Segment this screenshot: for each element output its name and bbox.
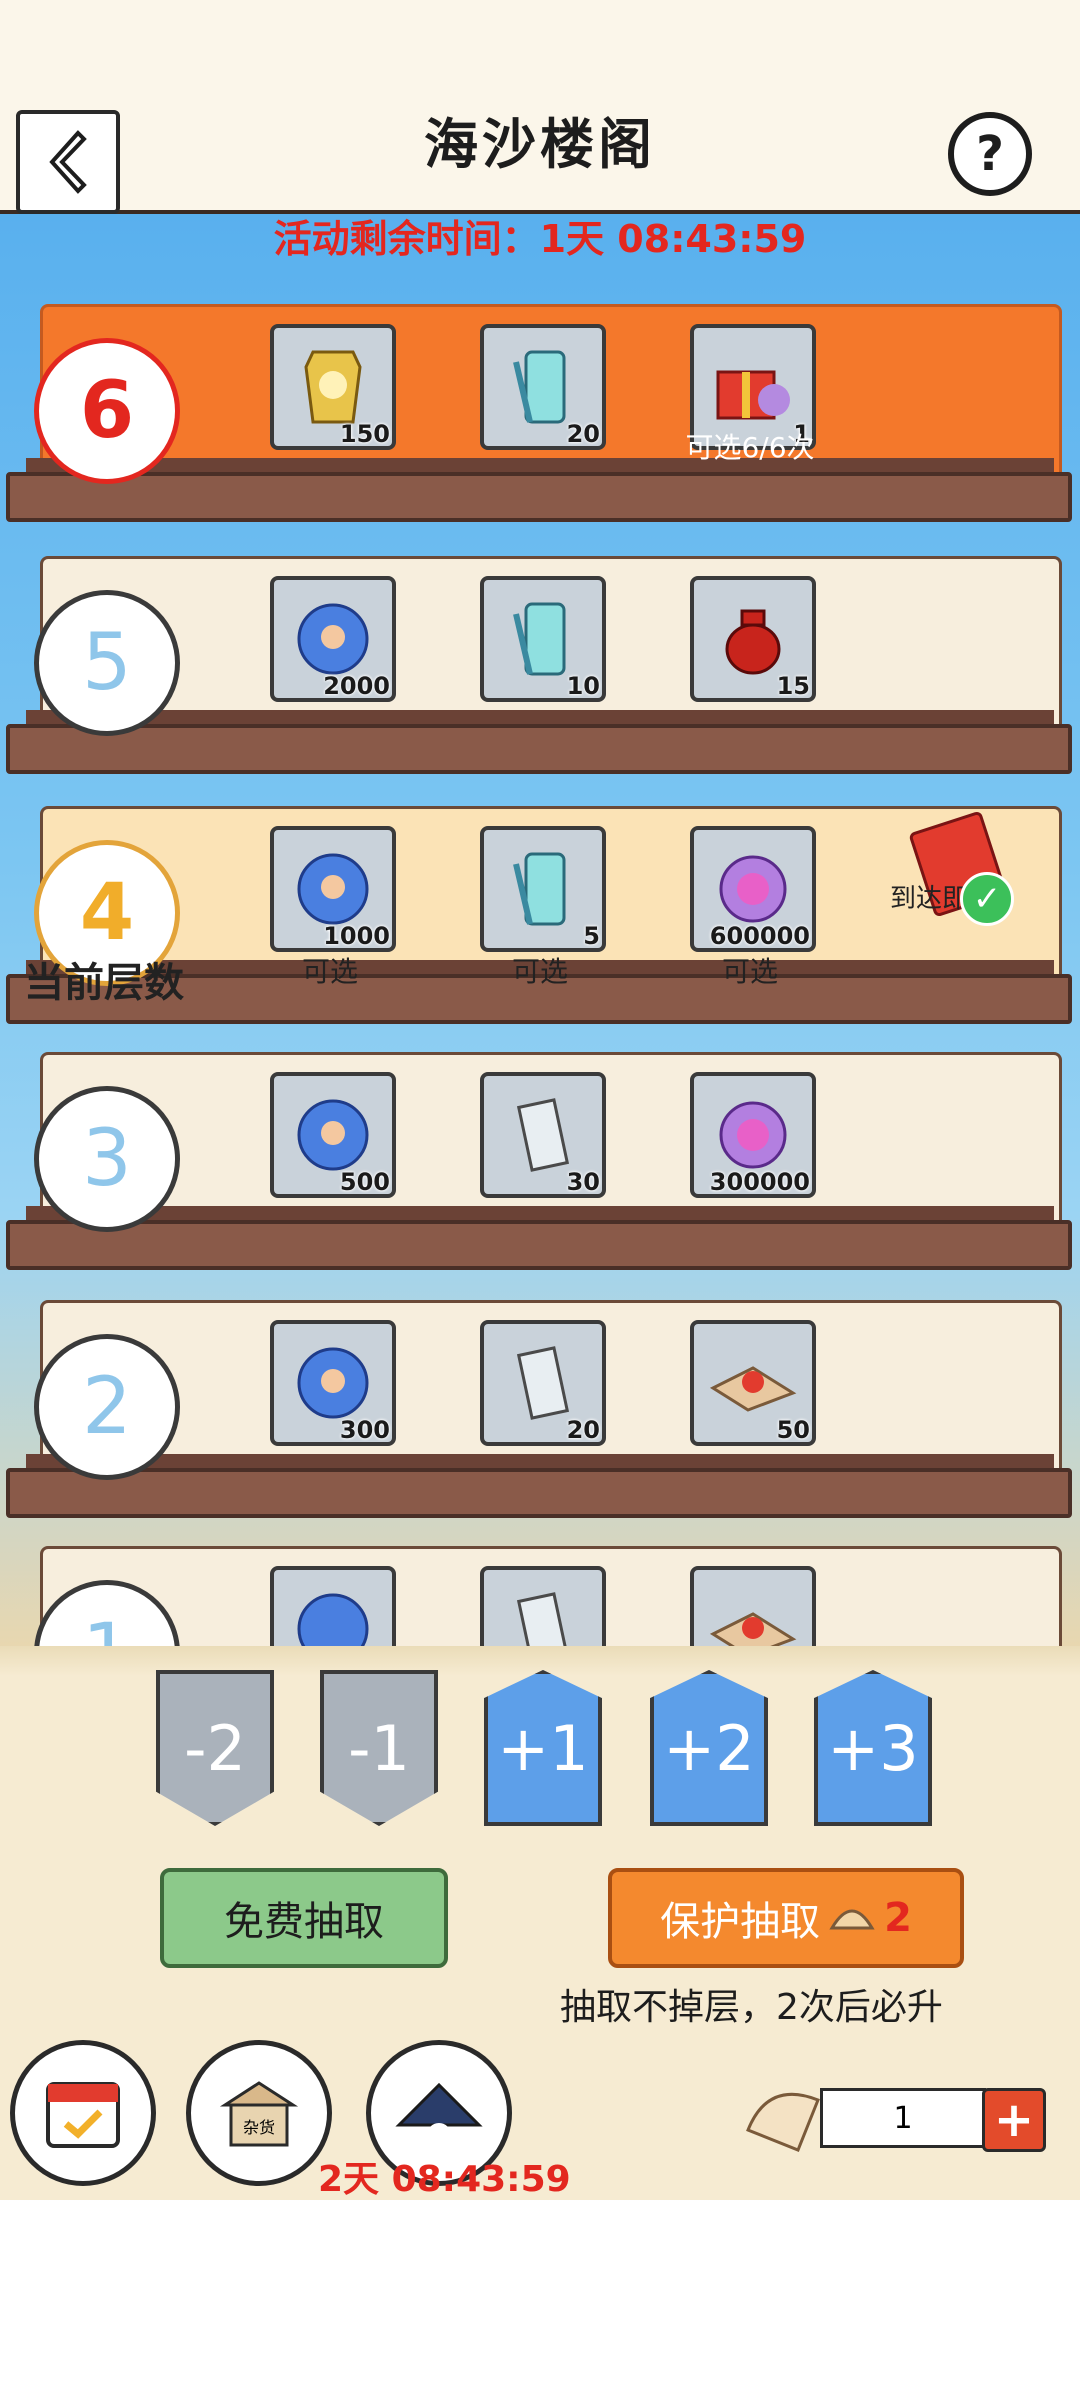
add-shell-button[interactable]: + xyxy=(982,2088,1046,2152)
help-button[interactable]: ? xyxy=(948,112,1032,196)
floor-4-current: 4 当前层数 1000 可选 5 可选 600000 可选 到达即得 ✓ xyxy=(0,800,1080,1050)
reward-selectable-label: 可选 xyxy=(301,955,358,988)
floor-number: 3 xyxy=(34,1086,180,1232)
orb-icon xyxy=(297,1593,369,1646)
reward-slot[interactable]: 1000 xyxy=(270,826,396,952)
protect-draw-note: 抽取不掉层，2次后必升 xyxy=(560,1987,943,2028)
shop-button[interactable]: 杂货 xyxy=(186,2040,332,2186)
gold-medal-icon xyxy=(304,350,362,424)
protect-draw-count: 2 xyxy=(884,1895,912,1941)
reward-slot[interactable]: 5 xyxy=(480,826,606,952)
orb-icon xyxy=(297,603,369,675)
gift-box-icon xyxy=(716,370,790,420)
ticket-icon xyxy=(513,602,566,676)
reward-slot[interactable]: 600000 xyxy=(690,826,816,952)
shell-count-field[interactable]: 1 xyxy=(820,2088,986,2148)
pearl-icon xyxy=(709,1366,797,1412)
floor-number: 6 xyxy=(34,338,180,484)
floor-shelf xyxy=(6,724,1072,774)
reward-slot[interactable] xyxy=(270,1566,396,1646)
reward-slot[interactable] xyxy=(690,1566,816,1646)
check-icon: ✓ xyxy=(960,872,1014,926)
reward-slot[interactable]: 50 xyxy=(690,1320,816,1446)
scroll-icon xyxy=(516,1592,570,1646)
scroll-icon xyxy=(516,1098,570,1172)
reward-slot[interactable]: 15 xyxy=(690,576,816,702)
orb-icon xyxy=(297,1347,369,1419)
gem-orb-icon xyxy=(719,1101,787,1169)
header-bar: 海沙楼阁 ? xyxy=(0,0,1080,214)
calendar-button[interactable] xyxy=(10,2040,156,2186)
reward-slot[interactable]: 20 xyxy=(480,324,606,450)
reward-slot[interactable]: 150 xyxy=(270,324,396,450)
reward-note: 可选6/6次 xyxy=(685,431,815,464)
conch-icon xyxy=(746,2092,820,2152)
orb-icon xyxy=(297,853,369,925)
floor-1: 1 xyxy=(0,1540,1080,1646)
pearl-icon xyxy=(709,1612,797,1646)
floor-2: 2 300 20 50 xyxy=(0,1294,1080,1544)
reward-slot[interactable]: 20 xyxy=(480,1320,606,1446)
reward-selectable-label: 可选 xyxy=(721,955,778,988)
floor-5: 5 2000 10 15 xyxy=(0,550,1080,800)
free-draw-label: 免费抽取 xyxy=(224,1899,384,1945)
floor-3: 3 500 30 300000 xyxy=(0,1046,1080,1296)
page-title: 海沙楼阁 xyxy=(424,113,656,176)
reward-slot[interactable]: 300000 xyxy=(690,1072,816,1198)
money-bag-icon xyxy=(725,609,781,675)
floor-shelf xyxy=(6,1220,1072,1270)
step-plus-2-button[interactable]: +2 xyxy=(650,1670,768,1826)
floor-number: 5 xyxy=(34,590,180,736)
step-plus-3-button[interactable]: +3 xyxy=(814,1670,932,1826)
free-draw-button[interactable]: 免费抽取 xyxy=(160,1868,448,1968)
event-countdown: 2天 08:43:59 xyxy=(318,2159,571,2200)
reward-slot[interactable] xyxy=(480,1566,606,1646)
floor-number: 2 xyxy=(34,1334,180,1480)
reward-slot[interactable]: 30 xyxy=(480,1072,606,1198)
protect-draw-label: 保护抽取 xyxy=(660,1899,821,1945)
character-hat-icon xyxy=(395,2082,483,2147)
floor-shelf xyxy=(6,1468,1072,1518)
current-floor-label: 当前层数 xyxy=(24,960,184,1006)
gem-orb-icon xyxy=(719,855,787,923)
floor-6: 6 150 20 1 可选6/6次 xyxy=(0,298,1080,548)
svg-text:杂货: 杂货 xyxy=(243,2118,275,2137)
reward-slot[interactable]: 500 xyxy=(270,1072,396,1198)
scroll-icon xyxy=(516,1346,570,1420)
orb-icon xyxy=(297,1099,369,1171)
floor-shelf xyxy=(6,472,1072,522)
shop-icon: 杂货 xyxy=(219,2081,299,2147)
reward-slot[interactable]: 300 xyxy=(270,1320,396,1446)
reward-selectable-label: 可选 xyxy=(511,955,568,988)
reward-slot[interactable]: 2000 xyxy=(270,576,396,702)
ticket-icon xyxy=(513,852,566,926)
ticket-icon xyxy=(513,350,566,424)
shell-icon xyxy=(829,1909,875,1930)
activity-timer: 活动剩余时间：1天 08:43:59 xyxy=(273,217,807,261)
reward-slot[interactable]: 10 xyxy=(480,576,606,702)
protect-draw-button[interactable]: 保护抽取 2 xyxy=(608,1868,964,1968)
step-plus-1-button[interactable]: +1 xyxy=(484,1670,602,1826)
calendar-icon xyxy=(46,2082,120,2148)
